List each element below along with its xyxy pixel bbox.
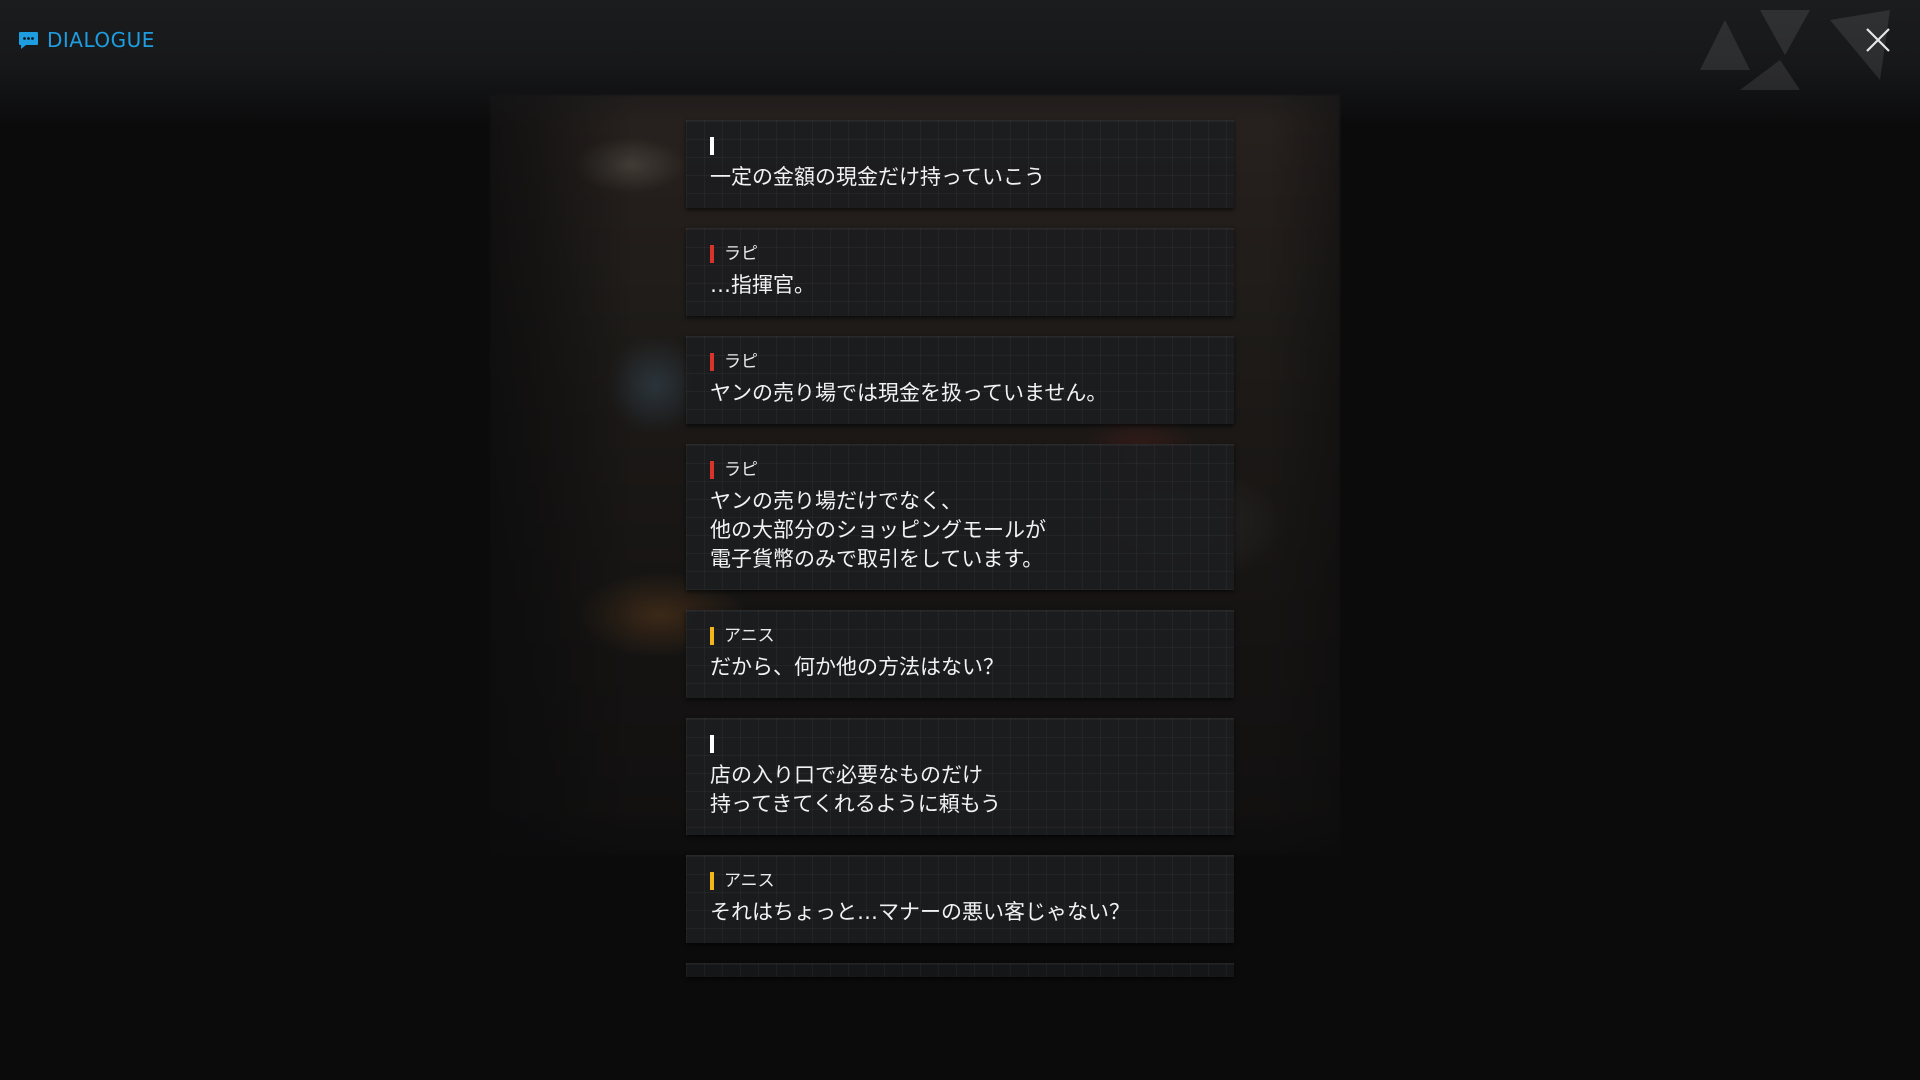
- top-bar: DIALOGUE: [0, 0, 1920, 125]
- speaker-row: アニス: [710, 870, 1210, 892]
- speaker-name: ラピ: [724, 352, 758, 372]
- speaker-color-bar: [710, 735, 714, 753]
- dialogue-log-screen: DIALOGUE 一定の金額の現金だけ持っていこう ラピ …指揮官。 ラピ ヤン…: [0, 0, 1920, 1080]
- speaker-name: ラピ: [724, 244, 758, 264]
- dialogue-text: ヤンの売り場だけでなく、 他の大部分のショッピングモールが 電子貨幣のみで取引を…: [710, 489, 1046, 571]
- speaker-row: ラピ: [710, 243, 1210, 265]
- speaker-name: アニス: [724, 626, 775, 646]
- dialogue-entry: ラピ ヤンの売り場だけでなく、 他の大部分のショッピングモールが 電子貨幣のみで…: [686, 444, 1234, 590]
- dialogue-text: 店の入り口で必要なものだけ 持ってきてくれるように頼もう: [710, 763, 1002, 816]
- speaker-color-bar: [710, 461, 714, 479]
- dialogue-text: 一定の金額の現金だけ持っていこう: [710, 165, 1045, 189]
- dialogue-text: だから、何か他の方法はない？: [710, 655, 1004, 679]
- dialogue-text: ヤンの売り場では現金を扱っていません。: [710, 381, 1108, 405]
- speaker-row: [710, 733, 1210, 755]
- speaker-color-bar: [710, 137, 714, 155]
- dialogue-entry-partial: [686, 963, 1234, 977]
- dialogue-entry: ラピ ヤンの売り場では現金を扱っていません。: [686, 336, 1234, 424]
- speaker-color-bar: [710, 245, 714, 263]
- close-icon: [1866, 28, 1890, 52]
- screen-title: DIALOGUE: [18, 28, 155, 52]
- speaker-name: ラピ: [724, 460, 758, 480]
- dialogue-entry: 一定の金額の現金だけ持っていこう: [686, 120, 1234, 208]
- speaker-row: アニス: [710, 625, 1210, 647]
- chat-bubble-icon: [19, 31, 38, 49]
- dialogue-text: それはちょっと…マナーの悪い客じゃない？: [710, 900, 1130, 924]
- speaker-color-bar: [710, 353, 714, 371]
- close-button[interactable]: [1862, 24, 1894, 56]
- dialogue-entry: 店の入り口で必要なものだけ 持ってきてくれるように頼もう: [686, 718, 1234, 835]
- page-title: DIALOGUE: [47, 28, 155, 52]
- speaker-row: ラピ: [710, 351, 1210, 373]
- speaker-color-bar: [710, 627, 714, 645]
- speaker-row: ラピ: [710, 459, 1210, 481]
- speaker-color-bar: [710, 872, 714, 890]
- dialogue-text: …指揮官。: [710, 273, 815, 297]
- speaker-name: アニス: [724, 871, 775, 891]
- dialogue-entry: アニス それはちょっと…マナーの悪い客じゃない？: [686, 855, 1234, 943]
- dialogue-list[interactable]: 一定の金額の現金だけ持っていこう ラピ …指揮官。 ラピ ヤンの売り場では現金を…: [686, 120, 1234, 977]
- speaker-row: [710, 135, 1210, 157]
- dialogue-entry: ラピ …指揮官。: [686, 228, 1234, 316]
- dialogue-entry: アニス だから、何か他の方法はない？: [686, 610, 1234, 698]
